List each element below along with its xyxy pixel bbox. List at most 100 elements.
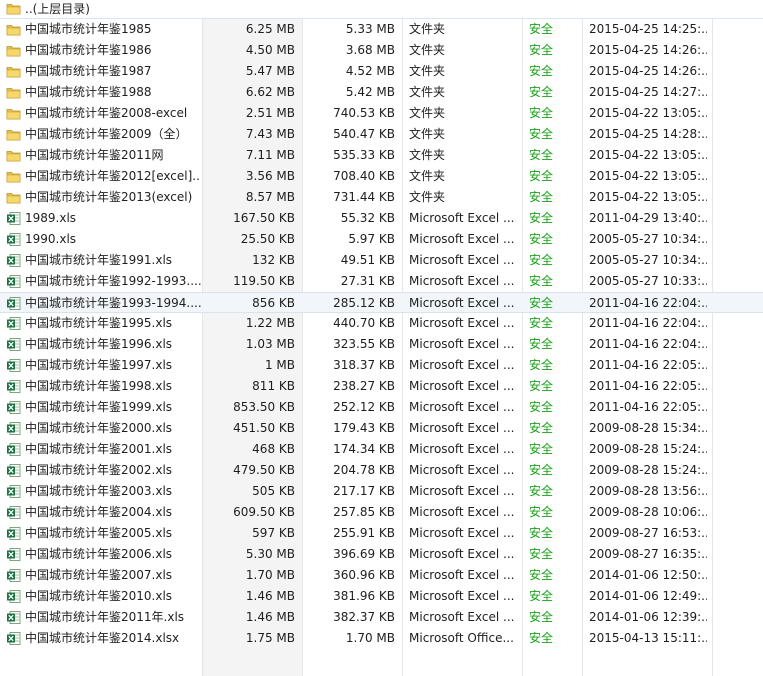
file-row[interactable]: 中国城市统计年鉴1991.xls 132 KB 49.51 KB Microso…	[0, 250, 763, 271]
file-name: 中国城市统计年鉴2014.xlsx	[25, 631, 180, 645]
compressed-size: 27.31 KB	[340, 274, 395, 288]
file-row[interactable]: 中国城市统计年鉴2012[excel]... 3.56 MB 708.40 KB…	[0, 166, 763, 187]
folder-icon	[6, 148, 21, 163]
file-size: 7.43 MB	[245, 127, 295, 141]
excel-file-icon	[6, 358, 21, 373]
file-row[interactable]: 中国城市统计年鉴1993-1994.... 856 KB 285.12 KB M…	[0, 292, 763, 313]
security-status: 安全	[529, 421, 554, 435]
excel-file-icon	[6, 253, 21, 268]
modified-date: 2011-04-16 22:04:...	[589, 296, 707, 310]
compressed-size: 55.32 KB	[340, 211, 395, 225]
security-status: 安全	[529, 442, 554, 456]
file-size: 609.50 KB	[233, 505, 295, 519]
file-type: 文件夹	[409, 85, 446, 99]
file-row[interactable]: 中国城市统计年鉴2004.xls 609.50 KB 257.85 KB Mic…	[0, 502, 763, 523]
file-name: 1990.xls	[25, 232, 77, 246]
file-row[interactable]: 中国城市统计年鉴1985 6.25 MB 5.33 MB 文件夹 安全 2015…	[0, 19, 763, 40]
file-name: 中国城市统计年鉴2009（全）	[25, 127, 188, 141]
parent-directory-label: ..(上层目录)	[25, 2, 90, 16]
file-row[interactable]: 中国城市统计年鉴1998.xls 811 KB 238.27 KB Micros…	[0, 376, 763, 397]
file-row[interactable]: 中国城市统计年鉴2002.xls 479.50 KB 204.78 KB Mic…	[0, 460, 763, 481]
file-row[interactable]: 中国城市统计年鉴1995.xls 1.22 MB 440.70 KB Micro…	[0, 313, 763, 334]
file-size: 132 KB	[252, 253, 295, 267]
file-name: 中国城市统计年鉴1992-1993....	[25, 274, 201, 288]
file-row[interactable]: 中国城市统计年鉴2005.xls 597 KB 255.91 KB Micros…	[0, 523, 763, 544]
file-name: 1989.xls	[25, 211, 77, 225]
file-type: Microsoft Excel ...	[409, 274, 515, 288]
file-row[interactable]: 中国城市统计年鉴1987 5.47 MB 4.52 MB 文件夹 安全 2015…	[0, 61, 763, 82]
file-row[interactable]: 中国城市统计年鉴2000.xls 451.50 KB 179.43 KB Mic…	[0, 418, 763, 439]
file-row[interactable]: 1989.xls 167.50 KB 55.32 KB Microsoft Ex…	[0, 208, 763, 229]
file-name: 中国城市统计年鉴2006.xls	[25, 547, 173, 561]
file-size: 3.56 MB	[245, 169, 295, 183]
file-row[interactable]: 中国城市统计年鉴2014.xlsx 1.75 MB 1.70 MB Micros…	[0, 628, 763, 649]
file-row[interactable]: 中国城市统计年鉴2010.xls 1.46 MB 381.96 KB Micro…	[0, 586, 763, 607]
file-name: 中国城市统计年鉴1985	[25, 22, 152, 36]
file-row[interactable]: 中国城市统计年鉴2001.xls 468 KB 174.34 KB Micros…	[0, 439, 763, 460]
compressed-size: 217.17 KB	[333, 484, 395, 498]
compressed-size: 318.37 KB	[333, 358, 395, 372]
file-size: 167.50 KB	[233, 211, 295, 225]
file-row[interactable]: 1990.xls 25.50 KB 5.97 KB Microsoft Exce…	[0, 229, 763, 250]
excel-file-icon	[6, 610, 21, 625]
excel-file-icon	[6, 568, 21, 583]
file-row[interactable]: 中国城市统计年鉴1992-1993.... 119.50 KB 27.31 KB…	[0, 271, 763, 292]
modified-date: 2009-08-27 16:35:...	[589, 547, 707, 561]
file-type: Microsoft Excel ...	[409, 463, 515, 477]
file-row[interactable]: 中国城市统计年鉴2008-excel 2.51 MB 740.53 KB 文件夹…	[0, 103, 763, 124]
file-row[interactable]: 中国城市统计年鉴1988 6.62 MB 5.42 MB 文件夹 安全 2015…	[0, 82, 763, 103]
folder-icon	[6, 64, 21, 79]
file-type: Microsoft Excel ...	[409, 400, 515, 414]
security-status: 安全	[529, 253, 554, 267]
file-name: 中国城市统计年鉴2005.xls	[25, 526, 173, 540]
file-row[interactable]: 中国城市统计年鉴2006.xls 5.30 MB 396.69 KB Micro…	[0, 544, 763, 565]
compressed-size: 323.55 KB	[333, 337, 395, 351]
file-name: 中国城市统计年鉴1987	[25, 64, 152, 78]
compressed-size: 740.53 KB	[333, 106, 395, 120]
file-row[interactable]: 中国城市统计年鉴2007.xls 1.70 MB 360.96 KB Micro…	[0, 565, 763, 586]
modified-date: 2009-08-28 15:34:...	[589, 421, 707, 435]
modified-date: 2015-04-22 13:05:...	[589, 190, 707, 204]
modified-date: 2014-01-06 12:50:...	[589, 568, 707, 582]
file-row[interactable]: 中国城市统计年鉴1996.xls 1.03 MB 323.55 KB Micro…	[0, 334, 763, 355]
compressed-size: 49.51 KB	[340, 253, 395, 267]
file-row[interactable]: 中国城市统计年鉴2013(excel) 8.57 MB 731.44 KB 文件…	[0, 187, 763, 208]
file-size: 1.22 MB	[245, 316, 295, 330]
compressed-size: 5.97 KB	[348, 232, 395, 246]
compressed-size: 179.43 KB	[333, 421, 395, 435]
security-status: 安全	[529, 505, 554, 519]
security-status: 安全	[529, 358, 554, 372]
compressed-size: 708.40 KB	[333, 169, 395, 183]
security-status: 安全	[529, 568, 554, 582]
parent-directory-row[interactable]: ..(上层目录)	[0, 0, 763, 19]
modified-date: 2009-08-28 15:24:...	[589, 442, 707, 456]
excel-file-icon	[6, 274, 21, 289]
compressed-size: 285.12 KB	[333, 296, 395, 310]
file-row[interactable]: 中国城市统计年鉴2011网 7.11 MB 535.33 KB 文件夹 安全 2…	[0, 145, 763, 166]
file-size: 5.47 MB	[245, 64, 295, 78]
file-row[interactable]: 中国城市统计年鉴2009（全） 7.43 MB 540.47 KB 文件夹 安全…	[0, 124, 763, 145]
excel-file-icon	[6, 526, 21, 541]
excel-file-icon	[6, 631, 21, 646]
file-size: 1.75 MB	[245, 631, 295, 645]
security-status: 安全	[529, 631, 554, 645]
file-size: 451.50 KB	[233, 421, 295, 435]
file-name: 中国城市统计年鉴2011网	[25, 148, 164, 162]
file-type: Microsoft Excel ...	[409, 232, 515, 246]
excel-file-icon	[6, 463, 21, 478]
file-row[interactable]: 中国城市统计年鉴1986 4.50 MB 3.68 MB 文件夹 安全 2015…	[0, 40, 763, 61]
file-row[interactable]: 中国城市统计年鉴1997.xls 1 MB 318.37 KB Microsof…	[0, 355, 763, 376]
file-row[interactable]: 中国城市统计年鉴1999.xls 853.50 KB 252.12 KB Mic…	[0, 397, 763, 418]
modified-date: 2015-04-25 14:26:...	[589, 64, 707, 78]
file-size: 1.03 MB	[245, 337, 295, 351]
file-name: 中国城市统计年鉴2000.xls	[25, 421, 173, 435]
file-name: 中国城市统计年鉴1993-1994....	[25, 296, 201, 310]
file-row[interactable]: 中国城市统计年鉴2011年.xls 1.46 MB 382.37 KB Micr…	[0, 607, 763, 628]
file-size: 119.50 KB	[233, 274, 295, 288]
compressed-size: 174.34 KB	[333, 442, 395, 456]
file-name: 中国城市统计年鉴1999.xls	[25, 400, 173, 414]
compressed-size: 238.27 KB	[333, 379, 395, 393]
file-name: 中国城市统计年鉴2004.xls	[25, 505, 173, 519]
compressed-size: 731.44 KB	[333, 190, 395, 204]
file-row[interactable]: 中国城市统计年鉴2003.xls 505 KB 217.17 KB Micros…	[0, 481, 763, 502]
